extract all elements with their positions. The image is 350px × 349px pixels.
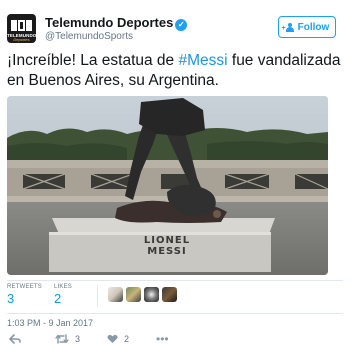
follow-button-label: Follow (297, 21, 330, 33)
heart-icon (107, 334, 118, 343)
tweet-timestamp[interactable]: 1:03 PM - 9 Jan 2017 (7, 318, 93, 328)
liker-avatar[interactable] (162, 287, 177, 302)
telemundo-logo-icon (11, 20, 32, 32)
more-icon: ••• (156, 332, 169, 346)
retweet-button[interactable]: 3 (55, 334, 80, 344)
retweet-icon (55, 334, 69, 344)
follow-button[interactable]: + Follow (278, 16, 336, 38)
retweets-label: RETWEETS (7, 284, 42, 290)
like-button[interactable]: 2 (107, 334, 129, 344)
account-name-label: Telemundo Deportes (45, 15, 174, 30)
add-user-icon: + (282, 22, 295, 32)
likes-stat[interactable]: LIKES 2 (54, 283, 72, 307)
avatar[interactable]: TELEMUNDO Deportes (7, 14, 36, 43)
tweet-actions: 3 2 ••• (7, 332, 343, 348)
likers-avatars (108, 287, 177, 305)
retweet-count: 3 (75, 334, 81, 344)
like-count: 2 (124, 334, 130, 344)
retweets-stat[interactable]: RETWEETS 3 (7, 283, 42, 307)
liker-avatar[interactable] (144, 287, 159, 302)
account-name[interactable]: Telemundo Deportes ✓ (45, 15, 188, 31)
likes-count: 2 (54, 291, 62, 306)
tweet-header: TELEMUNDO Deportes Telemundo Deportes ✓ @… (7, 14, 343, 46)
more-button[interactable]: ••• (156, 332, 169, 346)
likes-label: LIKES (54, 284, 73, 290)
liker-avatar[interactable] (126, 287, 141, 302)
account-handle[interactable]: @TelemundoSports (45, 31, 133, 42)
tweet-text-before: ¡Increíble! La estatua de (7, 52, 179, 69)
avatar-subtext: Deportes (13, 37, 30, 42)
statue-plaque-line2: MESSI (147, 246, 187, 257)
liker-avatar[interactable] (108, 287, 123, 302)
retweets-count: 3 (7, 291, 15, 306)
hashtag-link[interactable]: #Messi (178, 52, 227, 69)
stats-divider (97, 285, 98, 307)
reply-icon (9, 334, 21, 344)
statue-plaque-line1: LIONEL (143, 235, 191, 246)
statue-plaque: LIONEL MESSI (127, 235, 207, 257)
divider-top (7, 280, 343, 281)
reply-button[interactable] (9, 334, 21, 344)
verified-badge-icon: ✓ (175, 19, 188, 31)
tweet-photo[interactable]: LIONEL MESSI (7, 96, 328, 275)
tweet-stats: RETWEETS 3 LIKES 2 (7, 283, 343, 311)
tweet-text: ¡Increíble! La estatua de #Messi fue van… (7, 51, 343, 91)
divider-bottom (7, 313, 343, 314)
